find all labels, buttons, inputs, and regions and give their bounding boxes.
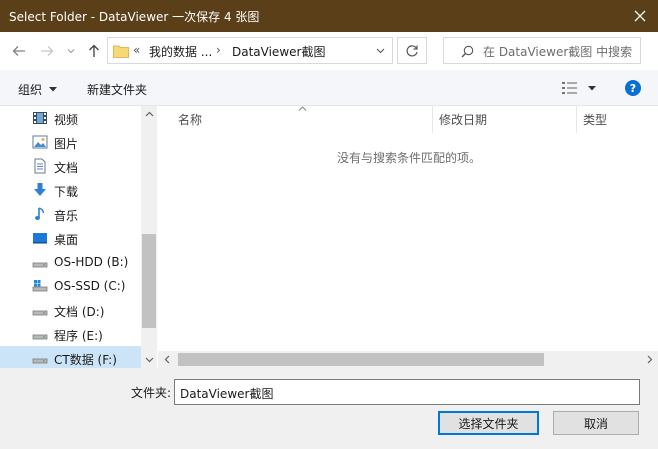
address-dropdown-button[interactable] (370, 41, 390, 61)
close-icon (634, 10, 646, 22)
chevron-down-icon (145, 357, 153, 363)
sidebar-item-label: 图片 (54, 137, 79, 151)
sidebar-item-os-ssd[interactable]: OS-SSD (C:) (0, 274, 141, 298)
cancel-button[interactable]: 取消 (553, 411, 639, 435)
sidebar-item-drive-f[interactable]: CT数据 (F:) (0, 346, 141, 368)
toolbar: 组织 新建文件夹 ? (0, 70, 658, 106)
help-button[interactable]: ? (625, 80, 641, 96)
drive-icon (32, 310, 48, 316)
scroll-thumb[interactable] (142, 234, 156, 328)
sidebar-item-downloads[interactable]: 下载 (0, 178, 141, 202)
sidebar-item-label: CT数据 (F:) (54, 353, 117, 367)
view-list-icon (562, 82, 577, 94)
navigation-pane: 视频 图片 文档 下载 音乐 桌面 OS-HDD (B:) OS-SSD (C:… (0, 106, 157, 368)
sidebar-item-label: 视频 (54, 113, 79, 127)
sidebar-item-os-hdd[interactable]: OS-HDD (B:) (0, 250, 141, 274)
title-bar: Select Folder - DataViewer 一次保存 4 张图 (0, 0, 658, 32)
breadcrumb-current[interactable]: DataViewer截图 (232, 43, 325, 60)
caret-down-icon (588, 85, 596, 90)
download-icon (34, 183, 46, 196)
column-header-date[interactable]: 修改日期 (439, 111, 487, 128)
window-title: Select Folder - DataViewer 一次保存 4 张图 (9, 10, 260, 24)
chevron-left-icon (164, 355, 169, 364)
address-bar[interactable]: « 我的数据 ... › DataViewer截图 (107, 37, 393, 64)
sidebar-item-label: 文档 (54, 161, 79, 175)
up-arrow-icon (89, 44, 99, 57)
close-button[interactable] (622, 0, 658, 32)
new-folder-button[interactable]: 新建文件夹 (87, 81, 147, 98)
search-box[interactable]: 在 DataViewer截图 中搜索 (443, 37, 641, 64)
empty-message: 没有与搜索条件匹配的项。 (337, 151, 482, 165)
horizontal-scrollbar[interactable] (158, 351, 658, 368)
folder-label: 文件夹: (131, 386, 172, 400)
chevron-right-icon (647, 355, 652, 364)
sidebar-item-desktop[interactable]: 桌面 (0, 226, 141, 250)
sidebar-scrollbar[interactable] (141, 106, 157, 368)
horizontal-scroll-thumb[interactable] (178, 353, 544, 366)
sidebar-item-music[interactable]: 音乐 (0, 202, 141, 226)
select-folder-button[interactable]: 选择文件夹 (438, 411, 539, 435)
sidebar-item-pictures[interactable]: 图片 (0, 130, 141, 154)
pictures-icon (32, 135, 48, 149)
caret-down-icon (49, 87, 58, 92)
sidebar-item-videos[interactable]: 视频 (0, 106, 141, 130)
drive-icon (32, 334, 48, 340)
refresh-icon (406, 44, 418, 56)
column-header-name[interactable]: 名称 (178, 111, 202, 128)
sidebar-item-drive-d[interactable]: 文档 (D:) (0, 298, 141, 322)
documents-icon (34, 158, 46, 174)
sort-ascending-icon (298, 106, 307, 111)
video-icon (33, 112, 47, 124)
chevron-down-icon (67, 49, 75, 54)
column-divider[interactable] (432, 106, 433, 133)
view-options-button[interactable] (562, 80, 600, 96)
folder-icon (113, 45, 129, 58)
scroll-left-button[interactable] (158, 351, 175, 368)
drive-icon (32, 262, 48, 268)
forward-arrow-icon (41, 46, 54, 56)
search-icon (461, 45, 474, 58)
sidebar-item-label: 桌面 (54, 233, 79, 247)
navigation-bar: « 我的数据 ... › DataViewer截图 在 DataViewer截图… (0, 32, 658, 70)
dialog-footer: 文件夹: DataViewer截图 选择文件夹 取消 (0, 368, 658, 449)
sidebar-item-label: OS-HDD (B:) (54, 255, 129, 269)
chevron-up-icon (145, 111, 153, 117)
file-list: 名称 修改日期 类型 没有与搜索条件匹配的项。 (158, 106, 658, 368)
scroll-down-button[interactable] (141, 352, 157, 368)
search-placeholder: 在 DataViewer截图 中搜索 (483, 45, 633, 59)
music-icon (35, 207, 45, 220)
column-header-type[interactable]: 类型 (583, 111, 607, 128)
up-button[interactable] (84, 40, 104, 62)
column-divider[interactable] (576, 106, 577, 133)
sidebar-item-label: OS-SSD (C:) (54, 279, 126, 293)
refresh-button[interactable] (397, 37, 427, 64)
sidebar-item-label: 文档 (D:) (54, 305, 105, 319)
scroll-right-button[interactable] (641, 351, 658, 368)
forward-button[interactable] (36, 40, 58, 62)
scroll-up-button[interactable] (141, 106, 157, 122)
windows-drive-icon (32, 280, 48, 292)
sidebar-item-label: 程序 (E:) (54, 329, 103, 343)
sidebar-item-label: 音乐 (54, 209, 79, 223)
breadcrumb-overflow[interactable]: « (133, 43, 140, 57)
breadcrumb-parent[interactable]: 我的数据 ... (149, 43, 212, 60)
back-arrow-icon (12, 46, 25, 56)
recent-locations-button[interactable] (64, 40, 78, 62)
breadcrumb-separator[interactable]: › (216, 43, 221, 57)
organize-label: 组织 (18, 83, 43, 97)
desktop-icon (33, 233, 47, 244)
back-button[interactable] (8, 40, 30, 62)
sidebar-item-drive-e[interactable]: 程序 (E:) (0, 322, 141, 346)
sidebar-item-documents[interactable]: 文档 (0, 154, 141, 178)
chevron-down-icon (376, 48, 384, 54)
sidebar-item-label: 下载 (54, 185, 79, 199)
help-icon: ? (629, 81, 637, 95)
drive-icon (32, 358, 48, 364)
folder-name-input[interactable]: DataViewer截图 (174, 379, 640, 405)
organize-menu-button[interactable]: 组织 (18, 81, 58, 98)
